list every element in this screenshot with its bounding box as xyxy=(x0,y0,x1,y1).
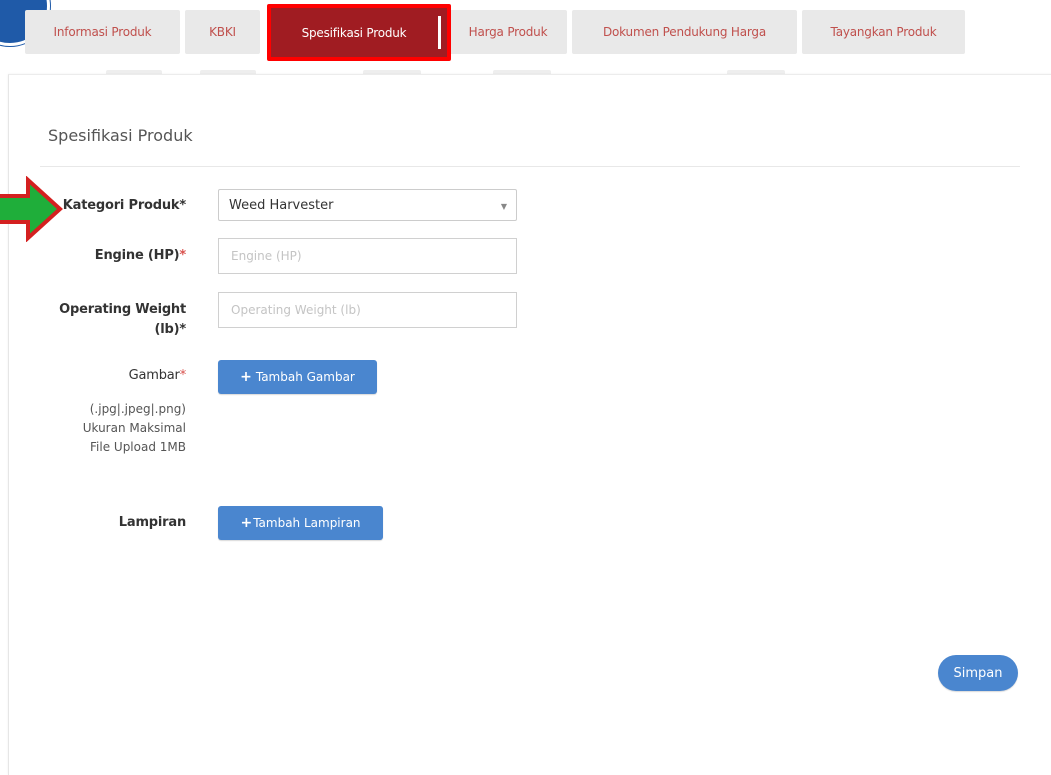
operating-weight-label: Operating Weight (lb)* xyxy=(40,300,186,340)
simpan-button[interactable]: Simpan xyxy=(938,655,1018,691)
tab-kbki[interactable]: KBKI xyxy=(185,10,260,54)
label-text: Engine (HP) xyxy=(94,248,180,263)
tab-dokumen-pendukung-harga[interactable]: Dokumen Pendukung Harga xyxy=(572,10,797,54)
selected-value: Weed Harvester xyxy=(229,197,334,213)
label-text: Operating Weight xyxy=(59,302,186,317)
tab-informasi-produk[interactable]: Informasi Produk xyxy=(25,10,180,54)
required-mark: * xyxy=(179,322,186,337)
button-label: Tambah Gambar xyxy=(255,370,355,384)
required-mark: * xyxy=(179,198,186,213)
gambar-label: Gambar* xyxy=(40,368,187,383)
label-text: (lb) xyxy=(154,322,180,337)
section-divider xyxy=(40,166,1020,167)
tab-label: Informasi Produk xyxy=(53,25,152,39)
lampiran-label: Lampiran xyxy=(40,515,186,530)
plus-icon: + xyxy=(240,515,253,531)
hint-line: File Upload 1MB xyxy=(90,440,186,454)
tab-label: Tayangkan Produk xyxy=(830,25,937,39)
kategori-produk-label: Kategori Produk* xyxy=(40,198,186,213)
label-text: Kategori Produk xyxy=(62,198,180,213)
button-label: Tambah Lampiran xyxy=(253,516,361,530)
engine-input[interactable] xyxy=(218,238,517,274)
tab-label: Harga Produk xyxy=(468,25,548,39)
label-text: Gambar xyxy=(128,368,180,383)
operating-weight-input[interactable] xyxy=(218,292,517,328)
engine-label: Engine (HP)* xyxy=(40,248,186,263)
section-title: Spesifikasi Produk xyxy=(48,126,193,145)
tab-spesifikasi-produk[interactable]: Spesifikasi Produk xyxy=(267,4,451,61)
kategori-produk-select[interactable]: Weed Harvester ▼ xyxy=(218,189,517,221)
tab-harga-produk[interactable]: Harga Produk xyxy=(449,10,567,54)
tab-label: Dokumen Pendukung Harga xyxy=(603,25,766,39)
label-text: Lampiran xyxy=(118,515,186,530)
tab-label: Spesifikasi Produk xyxy=(301,25,407,40)
tambah-gambar-button[interactable]: + Tambah Gambar xyxy=(218,360,377,394)
tab-label: KBKI xyxy=(209,25,236,39)
tab-tayangkan-produk[interactable]: Tayangkan Produk xyxy=(802,10,965,54)
required-mark: * xyxy=(179,248,186,263)
file-upload-hint: (.jpg|.jpeg|.png) Ukuran Maksimal File U… xyxy=(40,400,186,457)
required-mark: * xyxy=(179,368,187,383)
hint-line: Ukuran Maksimal xyxy=(82,421,186,435)
hint-line: (.jpg|.jpeg|.png) xyxy=(89,402,186,416)
caret-down-icon: ▼ xyxy=(500,202,507,211)
tab-active-marker xyxy=(438,16,441,49)
plus-icon: + xyxy=(240,369,252,385)
tambah-lampiran-button[interactable]: + Tambah Lampiran xyxy=(218,506,383,540)
